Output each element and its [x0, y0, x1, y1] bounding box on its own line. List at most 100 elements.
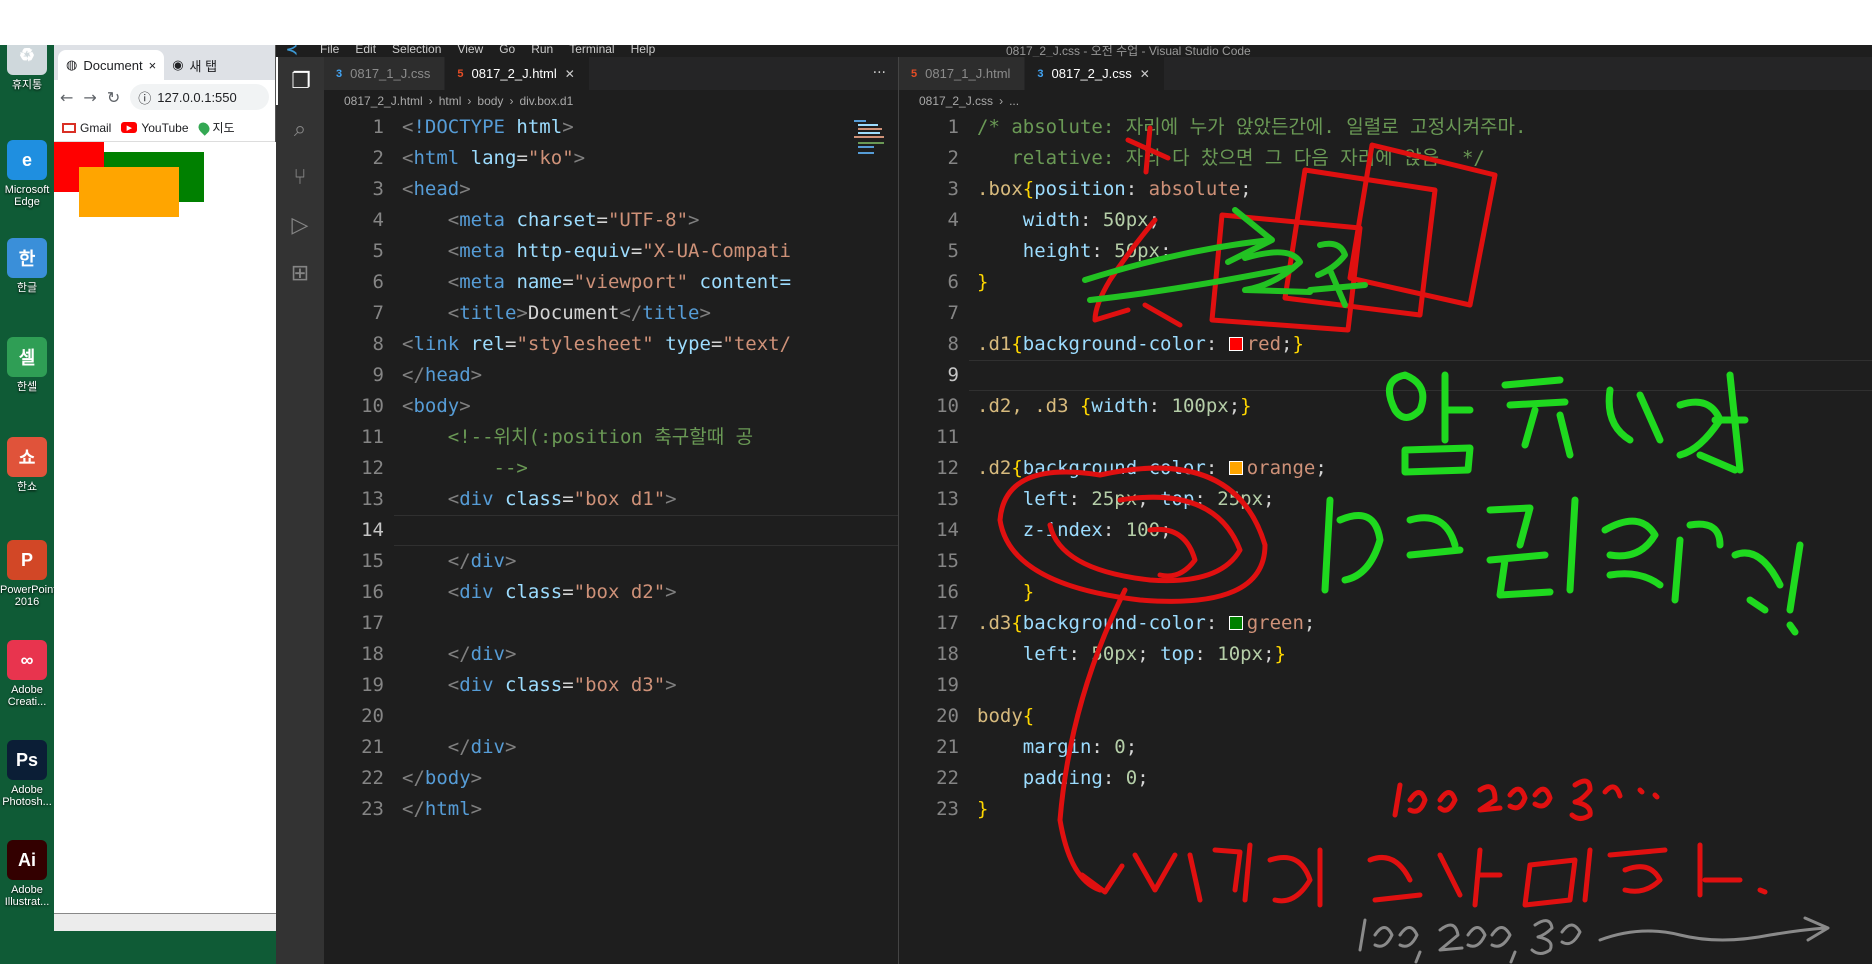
code-line: 20: [324, 701, 898, 732]
editor-tab[interactable]: 5 0817_2_J.html ✕: [445, 57, 590, 90]
desktop-shortcut[interactable]: P PowerPoint 2016: [0, 540, 56, 640]
chevron-right-icon: ›: [428, 94, 433, 108]
desktop-shortcut[interactable]: 셀 한셀: [0, 337, 54, 437]
code-line: 20 body{: [899, 701, 1872, 732]
map-pin-icon: [195, 119, 212, 136]
desktop-shortcut[interactable]: ♻ 휴지통: [0, 45, 54, 135]
menu-item[interactable]: Help: [631, 45, 656, 56]
code-text: </html>: [402, 798, 483, 820]
close-icon[interactable]: ✕: [1140, 67, 1150, 81]
desktop-shortcut[interactable]: 한 한글: [0, 238, 54, 338]
line-number: 10: [936, 395, 959, 417]
code-line: 3 <head>: [324, 174, 898, 205]
code-text: .d1{background-color: red;}: [977, 333, 1304, 355]
code-text: </head>: [402, 364, 483, 386]
breadcrumb-item[interactable]: html: [439, 94, 462, 108]
editor-tab[interactable]: 5 0817_1_J.html: [899, 57, 1026, 90]
desktop-shortcut[interactable]: ∞ Adobe Creati...: [0, 640, 54, 740]
close-icon[interactable]: ✕: [565, 67, 575, 81]
bookmark-gmail[interactable]: Gmail: [62, 121, 111, 135]
code-line: 8 .d1{background-color: red;}: [899, 329, 1872, 360]
line-number: 17: [936, 612, 959, 634]
close-icon[interactable]: ×: [149, 58, 157, 73]
code-line: 2 relative: 자리 다 찼으면 그 다음 자리에 앉움. */: [899, 143, 1872, 174]
desktop-shortcut[interactable]: 쇼 한쇼: [0, 437, 54, 537]
menu-item[interactable]: View: [457, 45, 483, 56]
run-debug-icon[interactable]: ▷: [276, 201, 324, 249]
code-line: 23}: [899, 794, 1872, 825]
desktop-shortcut-label: Microsoft Edge: [4, 184, 50, 208]
code-text: </div>: [447, 643, 517, 665]
code-line: 8 <link rel="stylesheet" type="text/: [324, 329, 898, 360]
breadcrumb-item[interactable]: 0817_2_J.html: [344, 94, 423, 108]
line-number: 3: [372, 178, 384, 200]
desktop-shortcut-label: Adobe Photosh...: [2, 784, 52, 808]
code-line: 21 margin: 0;: [899, 732, 1872, 763]
forward-icon[interactable]: →: [83, 88, 96, 107]
editor-tab[interactable]: 3 0817_2_J.css ✕: [1025, 57, 1165, 90]
code-text: }: [977, 271, 989, 293]
code-text: body{: [977, 705, 1035, 727]
menu-item[interactable]: Selection: [392, 45, 441, 56]
code-line: 12 -->: [324, 453, 898, 484]
breadcrumb-item[interactable]: ...: [1009, 94, 1019, 108]
line-number: 5: [372, 240, 384, 262]
menu-item[interactable]: Go: [499, 45, 515, 56]
code-text: </div>: [447, 736, 517, 758]
code-line: 15: [899, 546, 1872, 577]
breadcrumb-item[interactable]: 0817_2_J.css: [919, 94, 993, 108]
extensions-icon[interactable]: ⊞: [276, 249, 324, 297]
source-control-icon[interactable]: ⑂: [276, 153, 324, 201]
line-number: 14: [936, 519, 959, 541]
globe-icon: ◍: [66, 57, 78, 72]
code-line: 21 </div>: [324, 732, 898, 763]
code-line: 18 left: 50px; top: 10px;}: [899, 639, 1872, 670]
editor-tab-label: 0817_1_J.html: [925, 66, 1011, 81]
more-actions-icon[interactable]: ···: [873, 65, 886, 81]
browser-tab-document[interactable]: ◍ Document ×: [58, 50, 165, 80]
bookmark-label: YouTube: [141, 120, 189, 135]
code-editor-css[interactable]: 1 /* absolute: 자리에 누가 앉았든간에. 일렬로 고정시켜주마. 2…: [899, 112, 1872, 964]
editor-tab[interactable]: 3 0817_1_J.css: [324, 57, 446, 90]
line-number: 13: [361, 488, 384, 510]
browser-tab-new[interactable]: ◉ 새 탭: [164, 50, 225, 80]
chevron-right-icon: ›: [509, 94, 514, 108]
hancell-icon: 셀: [7, 337, 47, 377]
address-bar[interactable]: ⓘ 127.0.0.1:550: [130, 84, 269, 110]
editor-pane-css: 5 0817_1_J.html 3 0817_2_J.css ✕ 0817_2_J.cs…: [898, 57, 1872, 964]
editor-tab-label: 0817_1_J.css: [350, 66, 431, 81]
page-viewport: [54, 142, 276, 925]
line-number: 6: [947, 271, 959, 293]
line-number: 19: [361, 674, 384, 696]
info-icon: ⓘ: [138, 90, 152, 106]
desktop-shortcut[interactable]: e Microsoft Edge: [0, 140, 54, 240]
top-white-strip: [0, 0, 1872, 45]
code-text: <!DOCTYPE html>: [402, 116, 574, 138]
bookmark-youtube[interactable]: ▶ YouTube: [121, 120, 189, 135]
desktop-shortcut[interactable]: Ai Adobe Illustrat...: [0, 840, 54, 940]
editor-tabs: 3 0817_1_J.css 5 0817_2_J.html ✕ ···: [324, 57, 898, 90]
desktop-shortcut[interactable]: Ps Adobe Photosh...: [0, 740, 54, 840]
menu-item[interactable]: Edit: [355, 45, 376, 56]
breadcrumb-item[interactable]: div.box.d1: [519, 94, 573, 108]
bookmark-label: Gmail: [80, 120, 112, 135]
back-icon[interactable]: ←: [60, 88, 73, 107]
line-number: 8: [947, 333, 959, 355]
menu-item[interactable]: File: [320, 45, 339, 56]
search-icon[interactable]: ⌕: [276, 105, 324, 153]
code-line: 2 <html lang="ko">: [324, 143, 898, 174]
code-text: <div class="box d2">: [447, 581, 677, 603]
menu-item[interactable]: Terminal: [569, 45, 614, 56]
breadcrumb-item[interactable]: body: [477, 94, 503, 108]
reload-icon[interactable]: ↻: [107, 88, 120, 107]
menu-item[interactable]: Run: [531, 45, 553, 56]
html-file-icon: 5: [457, 67, 464, 80]
bookmark-maps[interactable]: 지도: [195, 119, 235, 136]
line-number: 13: [936, 488, 959, 510]
code-line: 17: [324, 608, 898, 639]
line-number: 9: [947, 364, 959, 386]
explorer-icon[interactable]: ❐: [276, 57, 324, 105]
line-number: 7: [947, 302, 959, 324]
code-line: 10 <body>: [324, 391, 898, 422]
code-editor-html[interactable]: 1 <!DOCTYPE html> 2 <html lang="ko"> 3 <head>…: [324, 112, 898, 964]
